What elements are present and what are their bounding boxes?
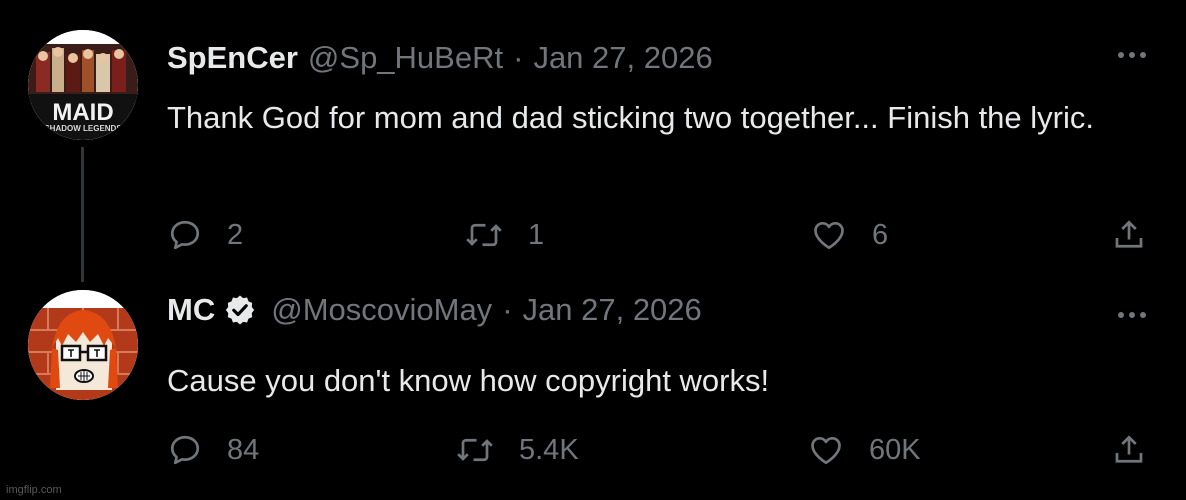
retweet-count: 1 [528,218,545,251]
tweet-date[interactable]: Jan 27, 2026 [533,40,712,76]
reply-count: 2 [227,218,244,251]
reply-button[interactable]: 84 [167,428,259,472]
like-count: 60K [869,433,921,466]
display-name[interactable]: MC [167,292,215,328]
user-handle[interactable]: @MoscovioMay [271,292,492,328]
separator: · [513,40,524,75]
retweet-count: 5.4K [519,433,579,466]
tweet-original[interactable]: MAID SHADOW LEGENDS SpEnCer @Sp_HuBeRt ·… [0,0,1186,290]
tweet-header: SpEnCer @Sp_HuBeRt · Jan 27, 2026 [167,38,713,78]
like-button[interactable]: 60K [807,428,921,472]
heart-icon [811,436,841,465]
reply-count: 84 [227,433,260,466]
tweet-actions: 2 1 6 [167,213,1157,257]
retweet-icon [457,438,493,462]
retweet-icon [466,223,502,247]
tweet-reply[interactable]: MC @MoscovioMay · Jan 27, 2026 Cause you… [0,290,1186,500]
like-count: 6 [872,218,889,251]
display-name[interactable]: SpEnCer [167,40,298,76]
avatar[interactable] [28,290,138,400]
maid-shadow-legends-avatar-icon: MAID SHADOW LEGENDS [28,30,138,140]
avatar-logo-text: MAID [52,99,113,126]
verified-badge-icon [223,293,257,327]
reply-button[interactable]: 2 [167,213,243,257]
avatar-logo-subtext: SHADOW LEGENDS [44,124,122,133]
tweet-actions: 84 5.4K 60K [167,428,1157,472]
share-icon [1115,435,1143,463]
like-button[interactable]: 6 [810,213,888,257]
more-icon [1118,312,1146,318]
share-button[interactable] [1111,428,1147,472]
retweet-button[interactable]: 5.4K [455,428,579,472]
thread-connector-line [81,147,84,282]
tweet-header: MC @MoscovioMay · Jan 27, 2026 [167,290,702,330]
tweet-date[interactable]: Jan 27, 2026 [523,292,702,328]
more-icon [1118,52,1146,58]
heart-icon [814,221,844,250]
share-button[interactable] [1111,213,1147,257]
avatar[interactable]: MAID SHADOW LEGENDS [28,30,138,140]
more-options-button[interactable] [1112,300,1152,330]
share-icon [1115,220,1143,248]
reply-icon [170,220,200,250]
user-handle[interactable]: @Sp_HuBeRt [308,40,503,76]
cartoon-glasses-avatar-icon [28,290,138,400]
watermark: imgflip.com [6,484,62,496]
reply-icon [170,435,200,465]
tweet-text: Cause you don't know how copyright works… [167,363,770,398]
separator: · [502,292,513,327]
tweet-text: Thank God for mom and dad sticking two t… [167,100,1094,135]
more-options-button[interactable] [1112,40,1152,70]
retweet-button[interactable]: 1 [464,213,544,257]
